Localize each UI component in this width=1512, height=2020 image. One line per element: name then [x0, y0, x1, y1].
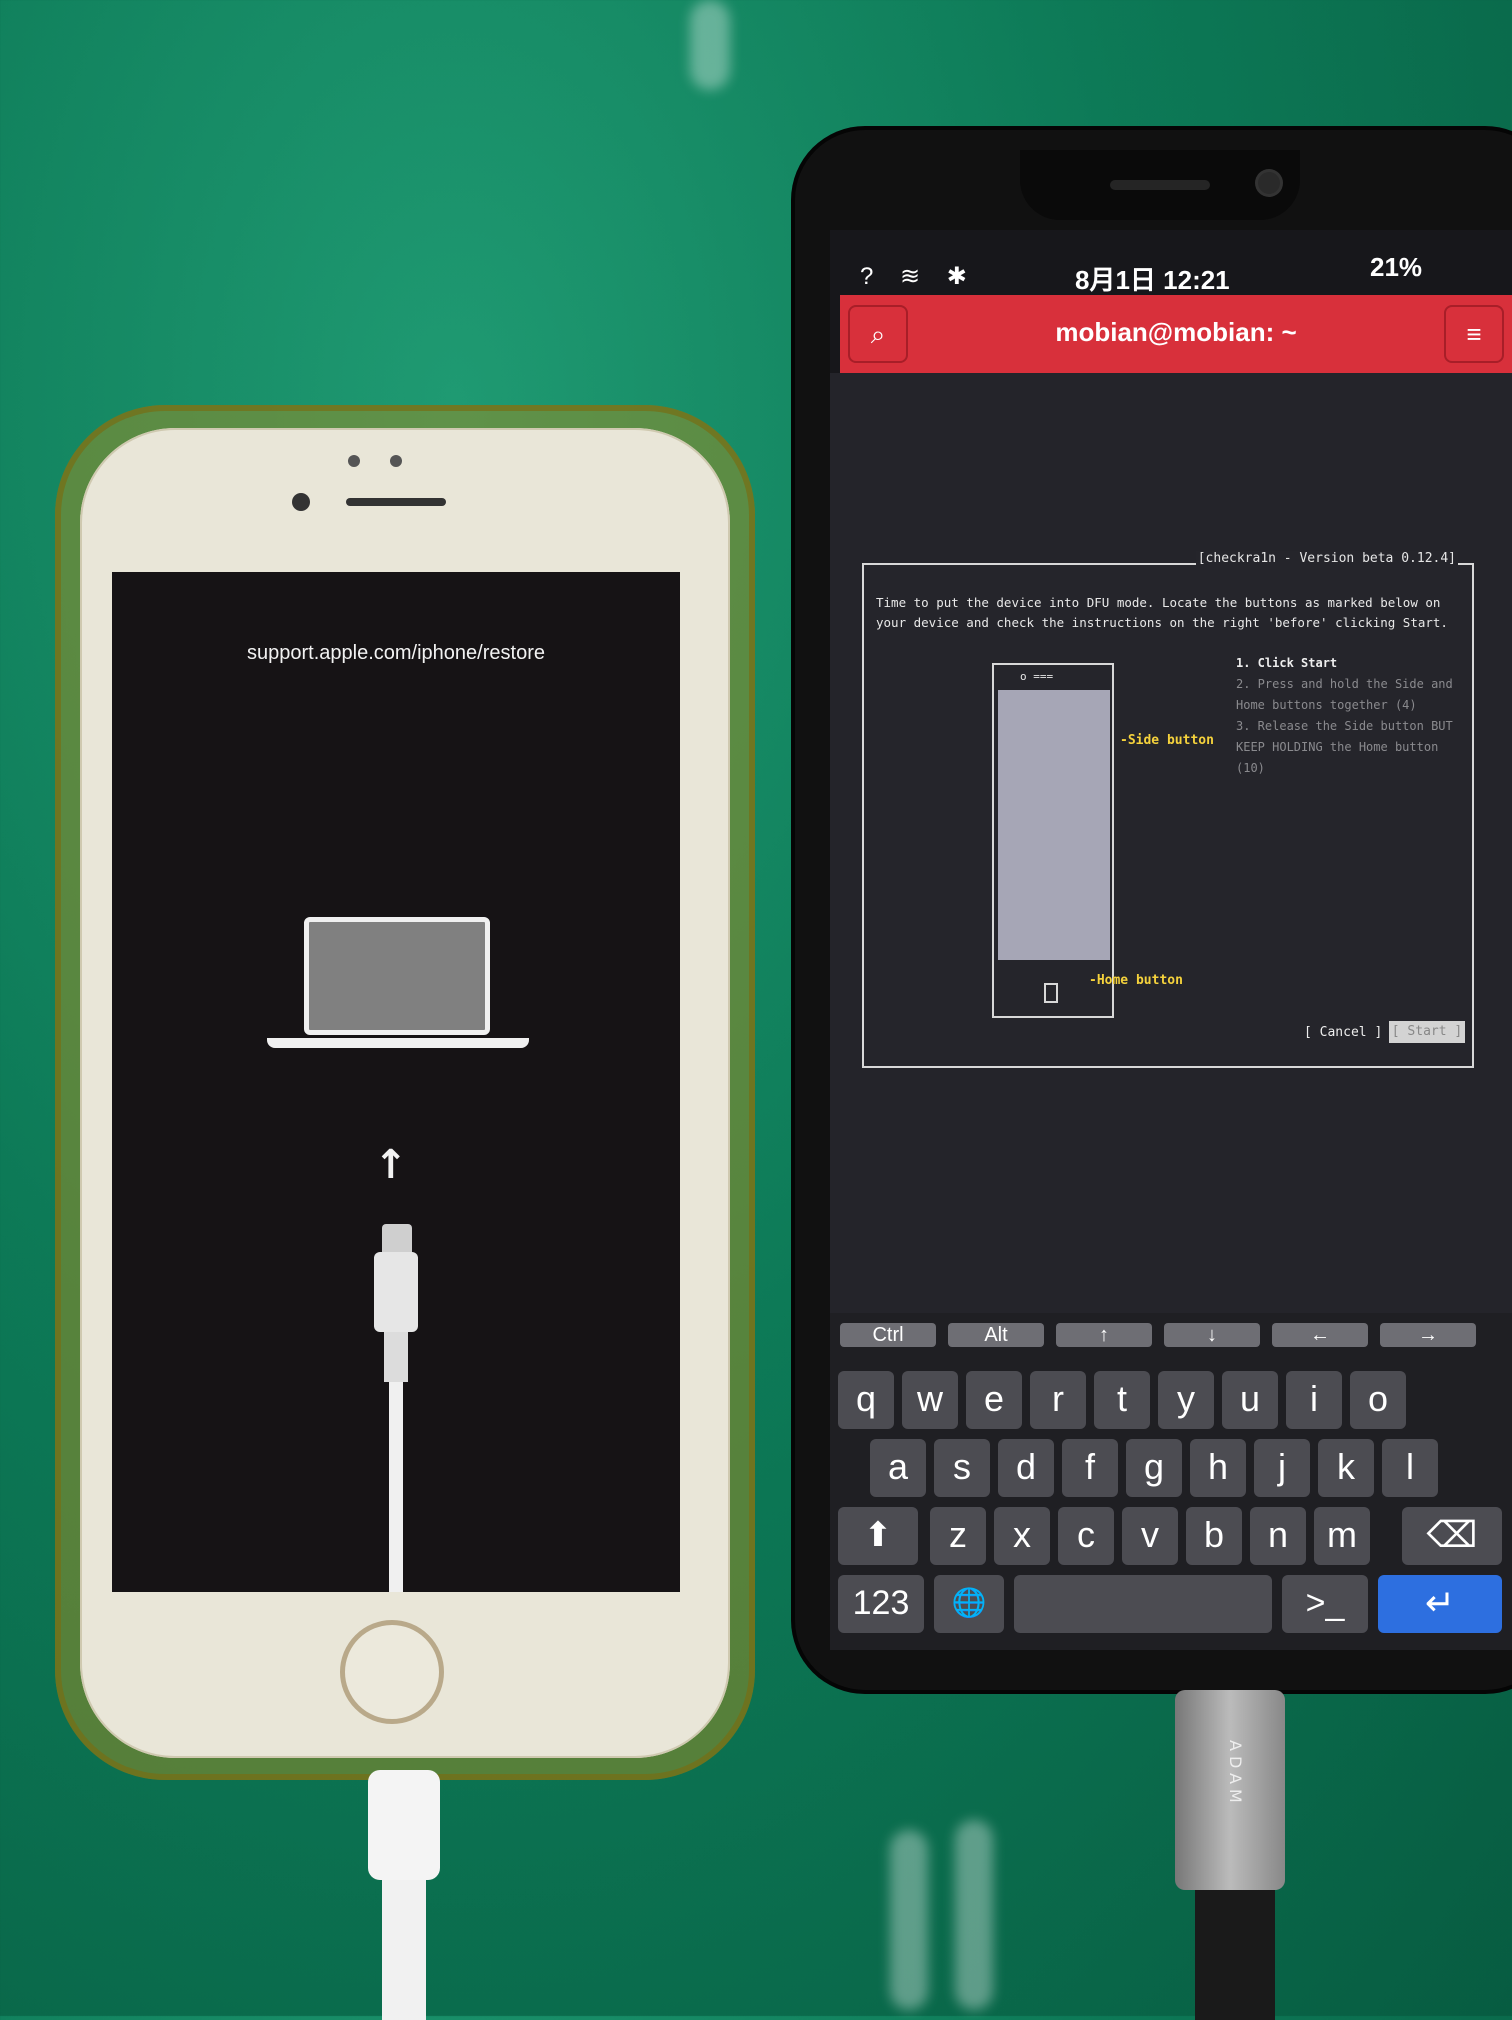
space-key[interactable] [1014, 1575, 1272, 1633]
laptop-icon [304, 917, 490, 1035]
key-q[interactable]: q [838, 1371, 894, 1429]
step-1: 1. Click Start [1236, 656, 1338, 670]
earpiece [346, 498, 446, 506]
device-diagram-top: o === [1020, 670, 1054, 683]
key-v[interactable]: v [1122, 1507, 1178, 1565]
onscreen-keyboard: Ctrl Alt ↑ ↓ ← → q w e r t y u i o a s d… [830, 1313, 1512, 1650]
up-arrow-icon: ↑ [374, 1142, 408, 1188]
laptop-base [267, 1038, 529, 1048]
lightning-cable [368, 1770, 440, 1880]
start-button[interactable]: [ Start ] [1389, 1021, 1465, 1043]
globe-icon[interactable]: 🌐 [934, 1575, 1004, 1633]
alt-key[interactable]: Alt [948, 1323, 1044, 1347]
cable-brand-label: ADAM [1226, 1740, 1245, 1808]
front-camera [292, 493, 310, 511]
key-z[interactable]: z [930, 1507, 986, 1565]
dialog-title: [checkra1n - Version beta 0.12.4] [1195, 551, 1458, 566]
arrow-down-key[interactable]: ↓ [1164, 1323, 1260, 1347]
key-b[interactable]: b [1186, 1507, 1242, 1565]
key-h[interactable]: h [1190, 1439, 1246, 1497]
key-j[interactable]: j [1254, 1439, 1310, 1497]
window-title: mobian@mobian: ~ [1055, 317, 1297, 347]
terminal-key[interactable]: >_ [1282, 1575, 1368, 1633]
modifier-row: Ctrl Alt ↑ ↓ ← → [830, 1313, 1512, 1349]
key-f[interactable]: f [1062, 1439, 1118, 1497]
key-c[interactable]: c [1058, 1507, 1114, 1565]
cable-icon-wire [389, 1382, 403, 1592]
key-l[interactable]: l [1382, 1439, 1438, 1497]
lightning-wire [382, 1880, 426, 2020]
step-3: 3. Release the Side button BUT KEEP HOLD… [1236, 719, 1453, 775]
arrow-left-key[interactable]: ← [1272, 1323, 1368, 1347]
front-sensor [390, 455, 402, 467]
checkra1n-dialog: [checkra1n - Version beta 0.12.4] Time t… [862, 551, 1474, 1068]
instruction-steps: 1. Click Start 2. Press and hold the Sid… [1236, 653, 1466, 779]
key-x[interactable]: x [994, 1507, 1050, 1565]
key-d[interactable]: d [998, 1439, 1054, 1497]
key-g[interactable]: g [1126, 1439, 1182, 1497]
key-y[interactable]: y [1158, 1371, 1214, 1429]
arrow-up-key[interactable]: ↑ [1056, 1323, 1152, 1347]
restore-url: support.apple.com/iphone/restore [247, 642, 545, 664]
device-diagram-home [1044, 983, 1058, 1003]
arrow-right-key[interactable]: → [1380, 1323, 1476, 1347]
light-glare [690, 0, 730, 90]
cable-icon-plug [374, 1252, 418, 1332]
iphone-recovery-screen: support.apple.com/iphone/restore ↑ [112, 572, 680, 1592]
key-i[interactable]: i [1286, 1371, 1342, 1429]
key-r[interactable]: r [1030, 1371, 1086, 1429]
pinephone-screen: ? ≋ ✱ 8月1日 12:21 21% ⌕ mobian@mobian: ~ … [830, 230, 1512, 1650]
key-o[interactable]: o [1350, 1371, 1406, 1429]
front-sensor [348, 455, 360, 467]
front-camera [1258, 172, 1280, 194]
key-w[interactable]: w [902, 1371, 958, 1429]
key-u[interactable]: u [1222, 1371, 1278, 1429]
terminal-titlebar: ⌕ mobian@mobian: ~ ≡ [840, 295, 1512, 373]
earpiece [1110, 180, 1210, 190]
light-glare [890, 1830, 928, 2010]
status-time: 8月1日 12:21 [1075, 265, 1230, 295]
key-e[interactable]: e [966, 1371, 1022, 1429]
home-button-label: -Home button [1089, 973, 1183, 988]
key-k[interactable]: k [1318, 1439, 1374, 1497]
step-2: 2. Press and hold the Side and Home butt… [1236, 677, 1453, 712]
key-n[interactable]: n [1250, 1507, 1306, 1565]
light-glare [955, 1820, 993, 2010]
menu-icon[interactable]: ≡ [1444, 305, 1504, 363]
enter-key[interactable]: ↵ [1378, 1575, 1502, 1633]
key-m[interactable]: m [1314, 1507, 1370, 1565]
usb-c-wire [1195, 1890, 1275, 2020]
dialog-intro: Time to put the device into DFU mode. Lo… [876, 595, 1448, 630]
cable-icon-neck [384, 1332, 408, 1382]
key-t[interactable]: t [1094, 1371, 1150, 1429]
cancel-button[interactable]: [ Cancel ] [1304, 1025, 1382, 1040]
home-button[interactable] [340, 1620, 444, 1724]
key-a[interactable]: a [870, 1439, 926, 1497]
status-icons: ? ≋ ✱ [860, 263, 977, 290]
backspace-key[interactable]: ⌫ [1402, 1507, 1502, 1565]
side-button-label: -Side button [1120, 733, 1214, 748]
terminal-area[interactable]: [checkra1n - Version beta 0.12.4] Time t… [830, 373, 1512, 1313]
key-s[interactable]: s [934, 1439, 990, 1497]
device-diagram-screen [998, 690, 1110, 960]
numbers-key[interactable]: 123 [838, 1575, 924, 1633]
status-bar: ? ≋ ✱ 8月1日 12:21 21% [830, 230, 1512, 295]
shift-key[interactable]: ⬆ [838, 1507, 918, 1565]
ctrl-key[interactable]: Ctrl [840, 1323, 936, 1347]
battery-level: 21% [1370, 252, 1423, 282]
